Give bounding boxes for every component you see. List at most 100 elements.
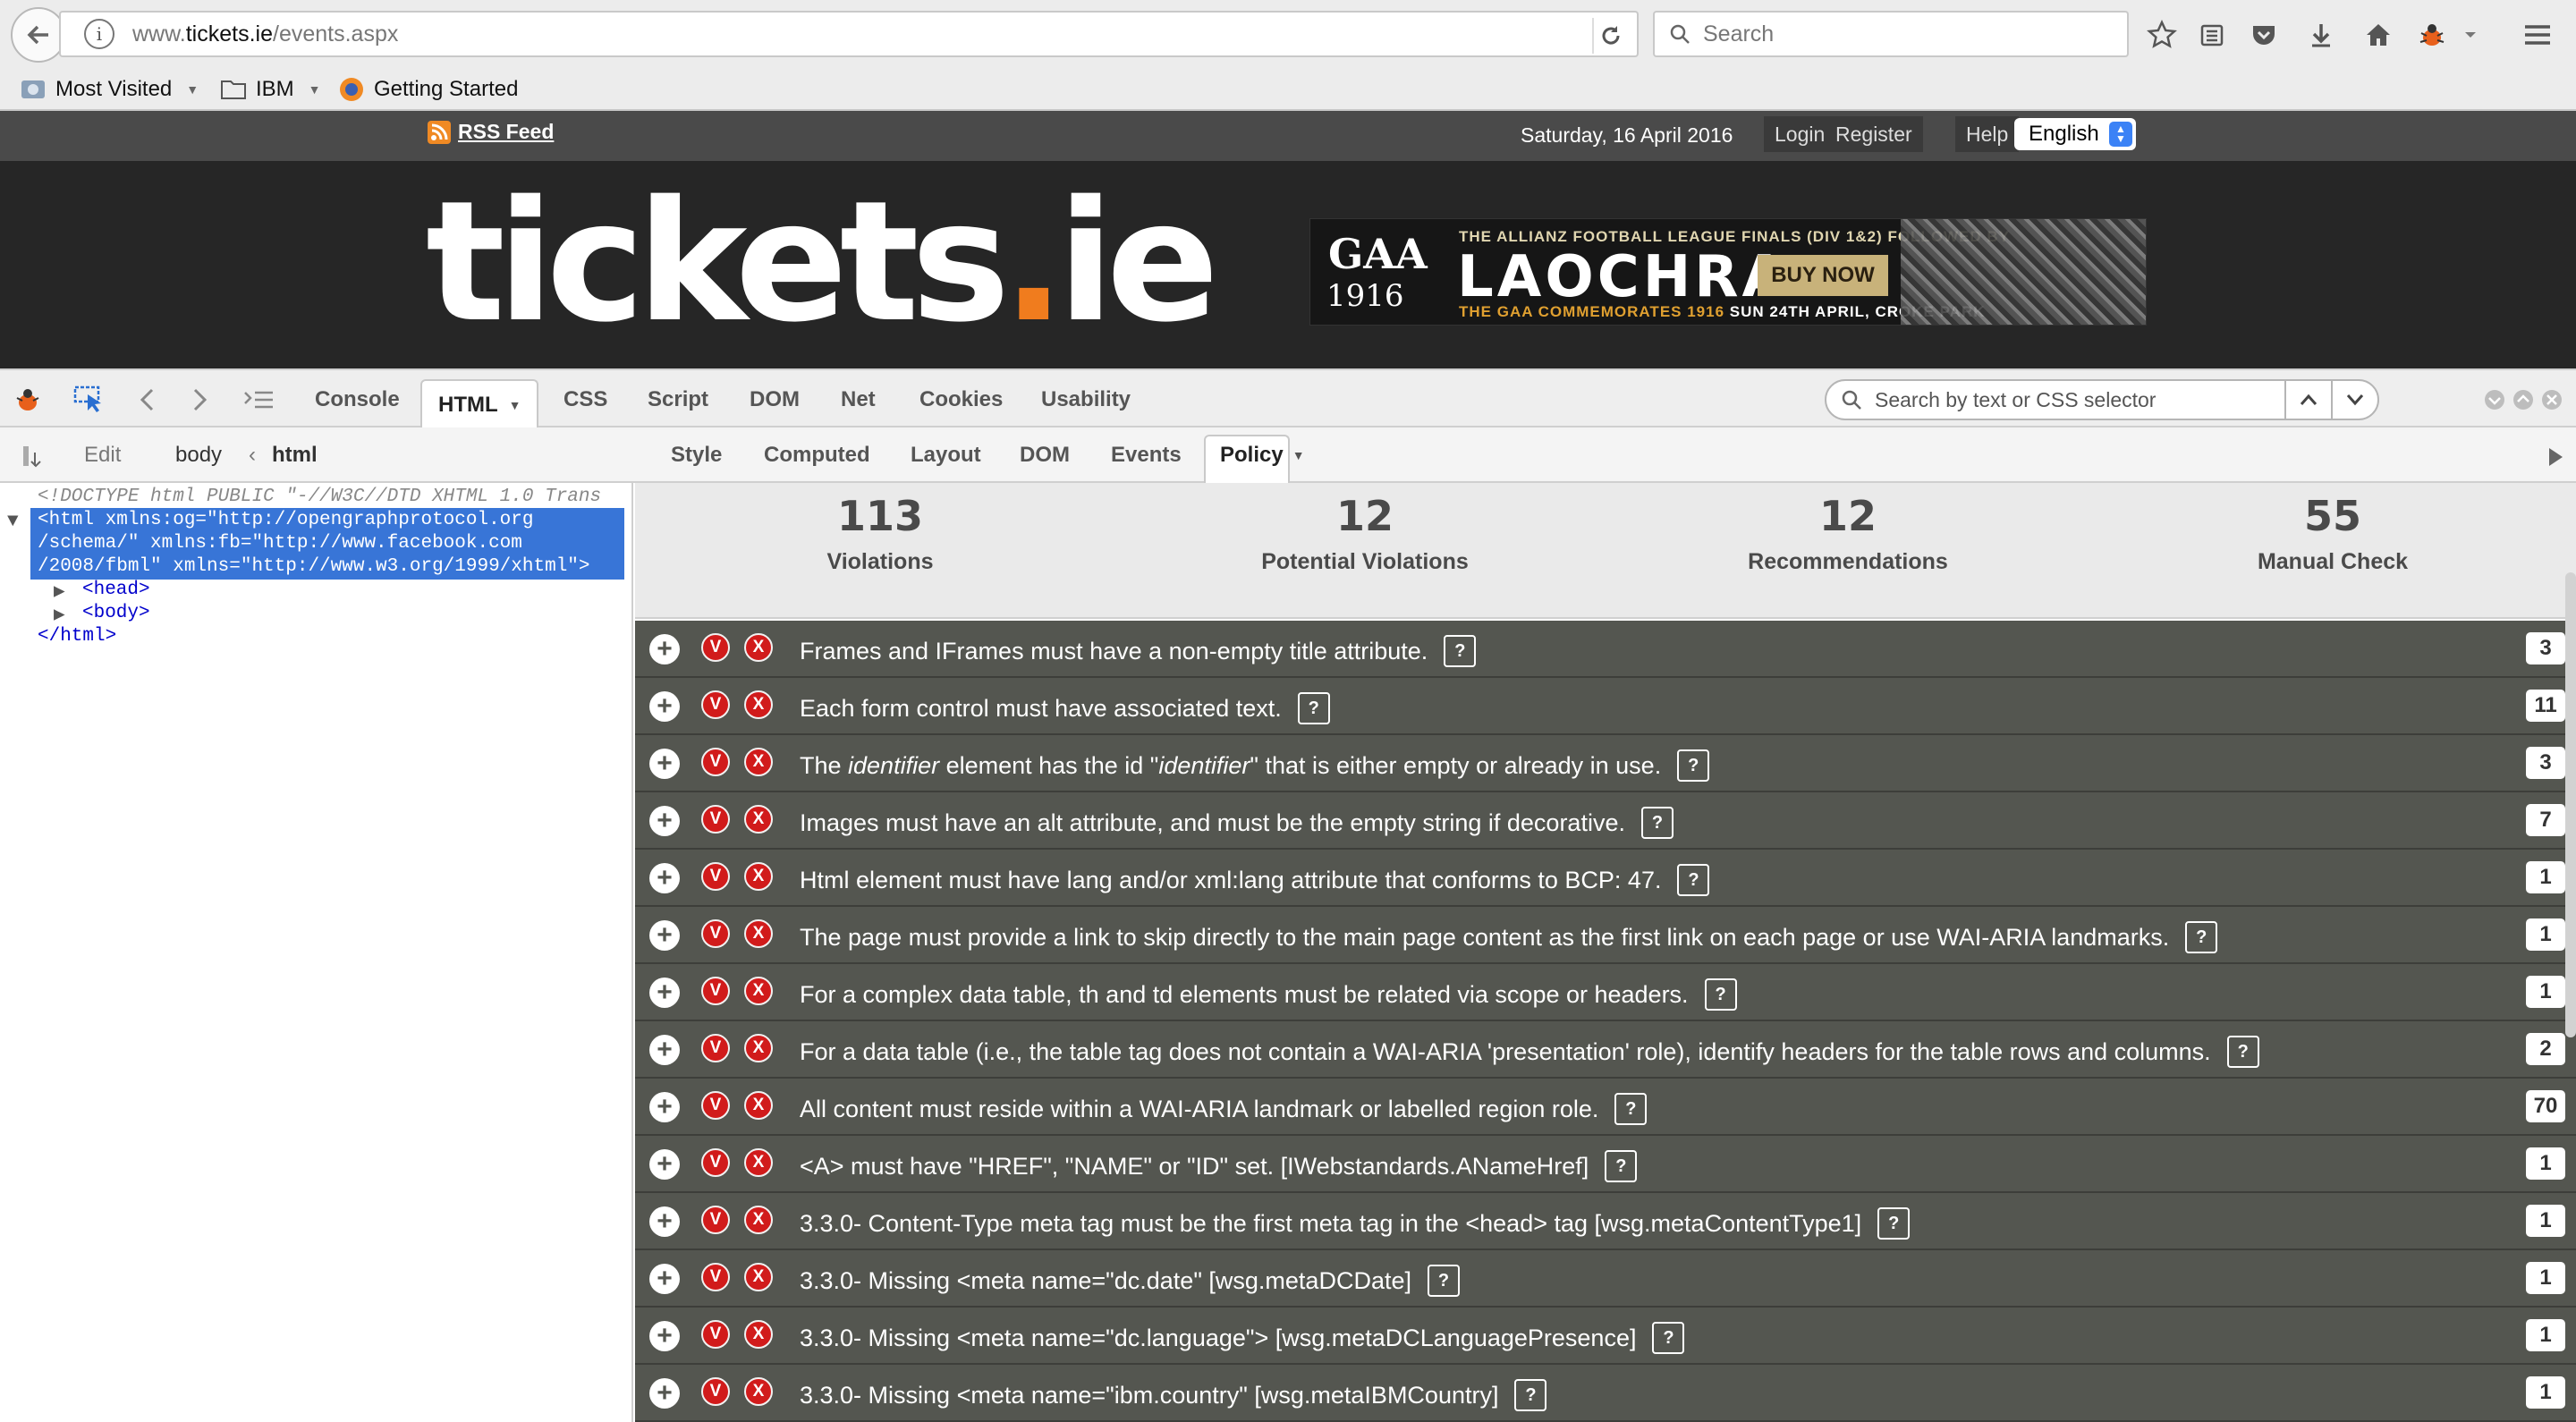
rss-feed-link[interactable]: RSS Feed — [428, 120, 554, 144]
help-button[interactable]: ? — [1514, 1379, 1547, 1411]
summary-potential-violations[interactable]: 12 Potential Violations — [1231, 490, 1499, 575]
bookmark-getting-started[interactable]: Getting Started — [338, 73, 518, 106]
tab-cookies[interactable]: Cookies — [919, 383, 1003, 417]
expand-rule-icon[interactable]: + — [649, 634, 680, 664]
help-button[interactable]: ? — [1677, 749, 1710, 782]
rule-row[interactable]: + V X The page must provide a link to skip … — [635, 907, 2576, 964]
help-button[interactable]: ? — [1605, 1150, 1638, 1182]
bookmark-most-visited[interactable]: Most Visited ▼ — [20, 73, 199, 106]
menu-icon[interactable] — [2521, 18, 2555, 52]
help-button[interactable]: ? — [1877, 1207, 1911, 1240]
pocket-icon[interactable] — [2247, 18, 2281, 52]
expand-rule-icon[interactable]: + — [649, 691, 680, 722]
rule-row[interactable]: + V X The identifier element has the id "id… — [635, 735, 2576, 792]
expand-rule-icon[interactable]: + — [649, 978, 680, 1008]
tab-net[interactable]: Net — [841, 383, 876, 417]
language-select[interactable]: English ▲ ▼ — [2014, 118, 2136, 150]
side-tab-style[interactable]: Style — [671, 438, 722, 472]
help-link[interactable]: Help — [1955, 116, 2020, 152]
help-button[interactable]: ? — [1640, 807, 1674, 839]
command-editor-icon[interactable] — [242, 383, 275, 417]
help-button[interactable]: ? — [1614, 1093, 1648, 1125]
back-button[interactable] — [11, 7, 66, 63]
body-node[interactable]: <body> — [82, 603, 150, 623]
expand-rule-icon[interactable]: + — [649, 920, 680, 951]
tab-css[interactable]: CSS — [564, 383, 607, 417]
url-text[interactable]: www.tickets.ie/events.aspx — [132, 21, 398, 47]
expand-rule-icon[interactable]: + — [649, 1092, 680, 1122]
firebug-menu-icon[interactable] — [11, 383, 45, 417]
back-icon[interactable] — [131, 383, 165, 417]
expand-panel-icon[interactable] — [16, 440, 50, 474]
forward-icon[interactable] — [182, 383, 216, 417]
head-node[interactable]: <head> — [82, 580, 150, 600]
detach-icon[interactable] — [2512, 388, 2535, 411]
url-bar[interactable]: i www.tickets.ie/events.aspx — [59, 11, 1639, 57]
rule-row[interactable]: + V X 3.3.0- Missing <meta name="ibm.countr… — [635, 1365, 2576, 1422]
tab-dom[interactable]: DOM — [750, 383, 800, 417]
expand-rule-icon[interactable]: + — [649, 749, 680, 779]
expand-rule-icon[interactable]: + — [649, 806, 680, 836]
expand-rule-icon[interactable]: + — [649, 1206, 680, 1237]
side-tab-layout[interactable]: Layout — [911, 438, 981, 472]
search-next-button[interactable] — [2331, 381, 2377, 419]
help-button[interactable]: ? — [2226, 1036, 2259, 1068]
help-button[interactable]: ? — [1652, 1322, 1685, 1354]
summary-violations[interactable]: 113 Violations — [746, 490, 1014, 575]
minimize-icon[interactable] — [2483, 388, 2506, 411]
breadcrumb-body[interactable]: body — [175, 438, 222, 472]
expand-rule-icon[interactable]: + — [649, 1149, 680, 1180]
download-icon[interactable] — [2304, 18, 2338, 52]
rule-row[interactable]: + V X Html element must have lang and/or xm… — [635, 850, 2576, 907]
rule-row[interactable]: + V X Each form control must have associate… — [635, 678, 2576, 735]
help-button[interactable]: ? — [1297, 692, 1330, 724]
edit-button[interactable]: Edit — [84, 438, 121, 472]
help-button[interactable]: ? — [1427, 1265, 1460, 1297]
firebug-icon[interactable] — [2415, 18, 2449, 52]
firebug-search-field[interactable]: Search by text or CSS selector — [1825, 379, 2379, 420]
reload-button[interactable] — [1592, 18, 1628, 54]
expand-rule-icon[interactable]: + — [649, 1264, 680, 1294]
ad-banner[interactable]: GAA 1916 THE ALLIANZ FOOTBALL LEAGUE FIN… — [1309, 218, 2147, 326]
site-logo[interactable]: tickets.ie — [426, 179, 1219, 345]
side-tab-dom[interactable]: DOM — [1020, 438, 1070, 472]
breadcrumb-html[interactable]: html — [272, 438, 318, 472]
inspect-element-icon[interactable] — [72, 383, 106, 417]
bookmark-folder-ibm[interactable]: IBM ▼ — [220, 73, 321, 106]
home-icon[interactable] — [2361, 18, 2395, 52]
policy-scrollbar[interactable] — [2565, 572, 2576, 1037]
side-tab-events[interactable]: Events — [1111, 438, 1182, 472]
help-button[interactable]: ? — [1704, 978, 1737, 1011]
search-prev-button[interactable] — [2284, 381, 2331, 419]
help-button[interactable]: ? — [1444, 635, 1477, 667]
html-close-node[interactable]: </html> — [38, 626, 116, 647]
tab-html[interactable]: HTML ▼ — [420, 379, 538, 429]
help-button[interactable]: ? — [1677, 864, 1710, 896]
rule-row[interactable]: + V X Frames and IFrames must have a non-em… — [635, 621, 2576, 678]
expand-twisty-icon[interactable]: ▶ — [54, 603, 65, 626]
tab-usability[interactable]: Usability — [1041, 383, 1131, 417]
browser-search-field[interactable]: Search — [1653, 11, 2129, 57]
rule-row[interactable]: + V X 3.3.0- Content-Type meta tag must be … — [635, 1193, 2576, 1250]
close-icon[interactable] — [2540, 388, 2563, 411]
summary-manual-check[interactable]: 55 Manual Check — [2199, 490, 2467, 575]
expand-twisty-icon[interactable]: ▶ — [54, 580, 65, 603]
rule-row[interactable]: + V X For a complex data table, th and td e… — [635, 964, 2576, 1021]
doctype-node[interactable]: <!DOCTYPE html PUBLIC "-//W3C//DTD XHTML… — [38, 487, 601, 507]
tab-console[interactable]: Console — [315, 383, 400, 417]
collapse-twisty-icon[interactable]: ▼ — [7, 512, 19, 532]
rule-row[interactable]: + V X Images must have an alt attribute, an… — [635, 792, 2576, 850]
rule-row[interactable]: + V X 3.3.0- Missing <meta name="dc.languag… — [635, 1308, 2576, 1365]
firebug-dropdown-icon[interactable] — [2462, 18, 2479, 52]
rule-row[interactable]: + V X 3.3.0- Missing <meta name="dc.date" [… — [635, 1250, 2576, 1308]
expand-rule-icon[interactable]: + — [649, 1321, 680, 1351]
side-tab-computed[interactable]: Computed — [764, 438, 870, 472]
ad-buy-now-button[interactable]: BUY NOW — [1758, 255, 1888, 296]
rule-row[interactable]: + V X For a data table (i.e., the table tag… — [635, 1021, 2576, 1079]
rule-row[interactable]: + V X <A> must have "HREF", "NAME" or "ID" … — [635, 1136, 2576, 1193]
register-link[interactable]: Register — [1825, 116, 1923, 152]
help-button[interactable]: ? — [2185, 921, 2218, 953]
expand-rule-icon[interactable]: + — [649, 1035, 680, 1065]
site-info-icon[interactable]: i — [84, 19, 114, 49]
summary-recommendations[interactable]: 12 Recommendations — [1714, 490, 1982, 575]
